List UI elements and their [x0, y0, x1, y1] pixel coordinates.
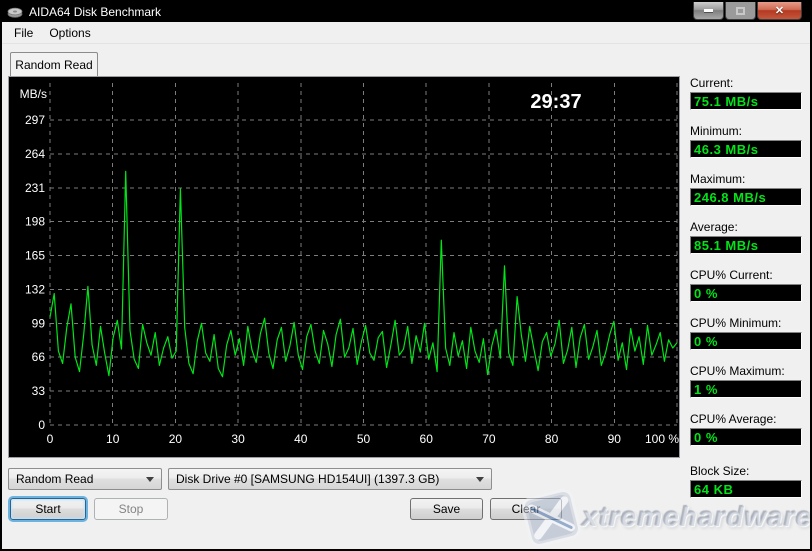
menu-bar: File Options: [2, 22, 810, 44]
stat-label: Current:: [690, 76, 802, 90]
benchmark-type-value: Random Read: [16, 472, 93, 486]
stat-value: 85.1 MB/s: [690, 236, 802, 254]
svg-text:90: 90: [608, 432, 622, 446]
svg-text:297: 297: [25, 113, 45, 127]
stat-value: 0 %: [690, 284, 802, 302]
svg-text:99: 99: [32, 316, 46, 330]
stat-value: 64 KB: [690, 480, 802, 498]
maximize-button: [725, 2, 756, 20]
svg-text:66: 66: [32, 350, 46, 364]
svg-text:29:37: 29:37: [530, 91, 581, 113]
stat-cpu-maximum: CPU% Maximum: 1 %: [690, 364, 802, 398]
stat-label: Average:: [690, 220, 802, 234]
stat-label: CPU% Average:: [690, 412, 802, 426]
svg-text:132: 132: [25, 282, 45, 296]
svg-text:10: 10: [106, 432, 120, 446]
svg-text:MB/s: MB/s: [20, 87, 47, 101]
stat-average: Average: 85.1 MB/s: [690, 220, 802, 254]
stat-cpu-average: CPU% Average: 0 %: [690, 412, 802, 446]
svg-text:40: 40: [294, 432, 308, 446]
chevron-down-icon: [146, 477, 154, 482]
watermark-text: xtremehardware.it: [582, 501, 812, 533]
svg-text:0: 0: [47, 432, 54, 446]
minimize-icon: [704, 9, 713, 12]
clear-button[interactable]: Clear: [490, 498, 562, 520]
title-bar[interactable]: AIDA64 Disk Benchmark ✕: [2, 2, 810, 22]
disk-drive-value: Disk Drive #0 [SAMSUNG HD154UI] (1397.3 …: [176, 472, 439, 486]
stat-label: CPU% Maximum:: [690, 364, 802, 378]
svg-text:60: 60: [420, 432, 434, 446]
svg-text:264: 264: [25, 147, 45, 161]
disk-drive-icon: [7, 5, 23, 19]
svg-text:20: 20: [169, 432, 183, 446]
tab-random-read[interactable]: Random Read: [10, 52, 98, 76]
svg-text:231: 231: [25, 181, 45, 195]
disk-drive-select[interactable]: Disk Drive #0 [SAMSUNG HD154UI] (1397.3 …: [168, 468, 492, 490]
start-button[interactable]: Start: [10, 498, 86, 520]
save-button[interactable]: Save: [410, 498, 483, 520]
stat-block-size: Block Size: 64 KB: [690, 464, 802, 498]
maximize-icon: [736, 7, 745, 15]
stat-label: Block Size:: [690, 464, 802, 478]
stat-value: 75.1 MB/s: [690, 92, 802, 110]
benchmark-chart-area: 0 10 20 30 40 50 60 70 80 90 100 % 297 264 231 198 165 1…: [8, 76, 680, 458]
stat-value: 1 %: [690, 380, 802, 398]
svg-text:50: 50: [357, 432, 371, 446]
benchmark-chart: 0 10 20 30 40 50 60 70 80 90 100 % 297 264 231 198 165 1…: [9, 77, 679, 457]
stat-maximum: Maximum: 246.8 MB/s: [690, 172, 802, 206]
svg-text:30: 30: [231, 432, 245, 446]
minimize-button[interactable]: [693, 2, 724, 20]
close-icon: ✕: [775, 4, 784, 17]
stat-cpu-current: CPU% Current: 0 %: [690, 268, 802, 302]
svg-text:165: 165: [25, 249, 45, 263]
stat-value: 0 %: [690, 332, 802, 350]
svg-text:70: 70: [482, 432, 496, 446]
window-body: Random Read 0 10 20 30 40 50 60 70 80 90 100 % 297 2…: [2, 44, 810, 549]
stat-value: 0 %: [690, 428, 802, 446]
stop-button[interactable]: Stop: [94, 498, 168, 520]
menu-file[interactable]: File: [6, 23, 41, 43]
window-title: AIDA64 Disk Benchmark: [29, 5, 161, 19]
stat-cpu-minimum: CPU% Minimum: 0 %: [690, 316, 802, 350]
stat-label: CPU% Current:: [690, 268, 802, 282]
close-button[interactable]: ✕: [757, 2, 802, 20]
stat-label: CPU% Minimum:: [690, 316, 802, 330]
stat-value: 246.8 MB/s: [690, 188, 802, 206]
aida64-disk-benchmark-window: AIDA64 Disk Benchmark ✕ File Options Ran…: [0, 0, 812, 551]
svg-text:33: 33: [32, 384, 46, 398]
svg-text:100 %: 100 %: [645, 432, 679, 446]
svg-text:198: 198: [25, 215, 45, 229]
stat-value: 46.3 MB/s: [690, 140, 802, 158]
svg-text:80: 80: [545, 432, 559, 446]
benchmark-type-select[interactable]: Random Read: [8, 468, 162, 490]
stat-label: Maximum:: [690, 172, 802, 186]
stat-label: Minimum:: [690, 124, 802, 138]
stat-current: Current: 75.1 MB/s: [690, 76, 802, 110]
svg-text:0: 0: [38, 418, 45, 432]
stat-minimum: Minimum: 46.3 MB/s: [690, 124, 802, 158]
menu-options[interactable]: Options: [41, 23, 98, 43]
window-controls: ✕: [692, 2, 802, 20]
chevron-down-icon: [476, 477, 484, 482]
